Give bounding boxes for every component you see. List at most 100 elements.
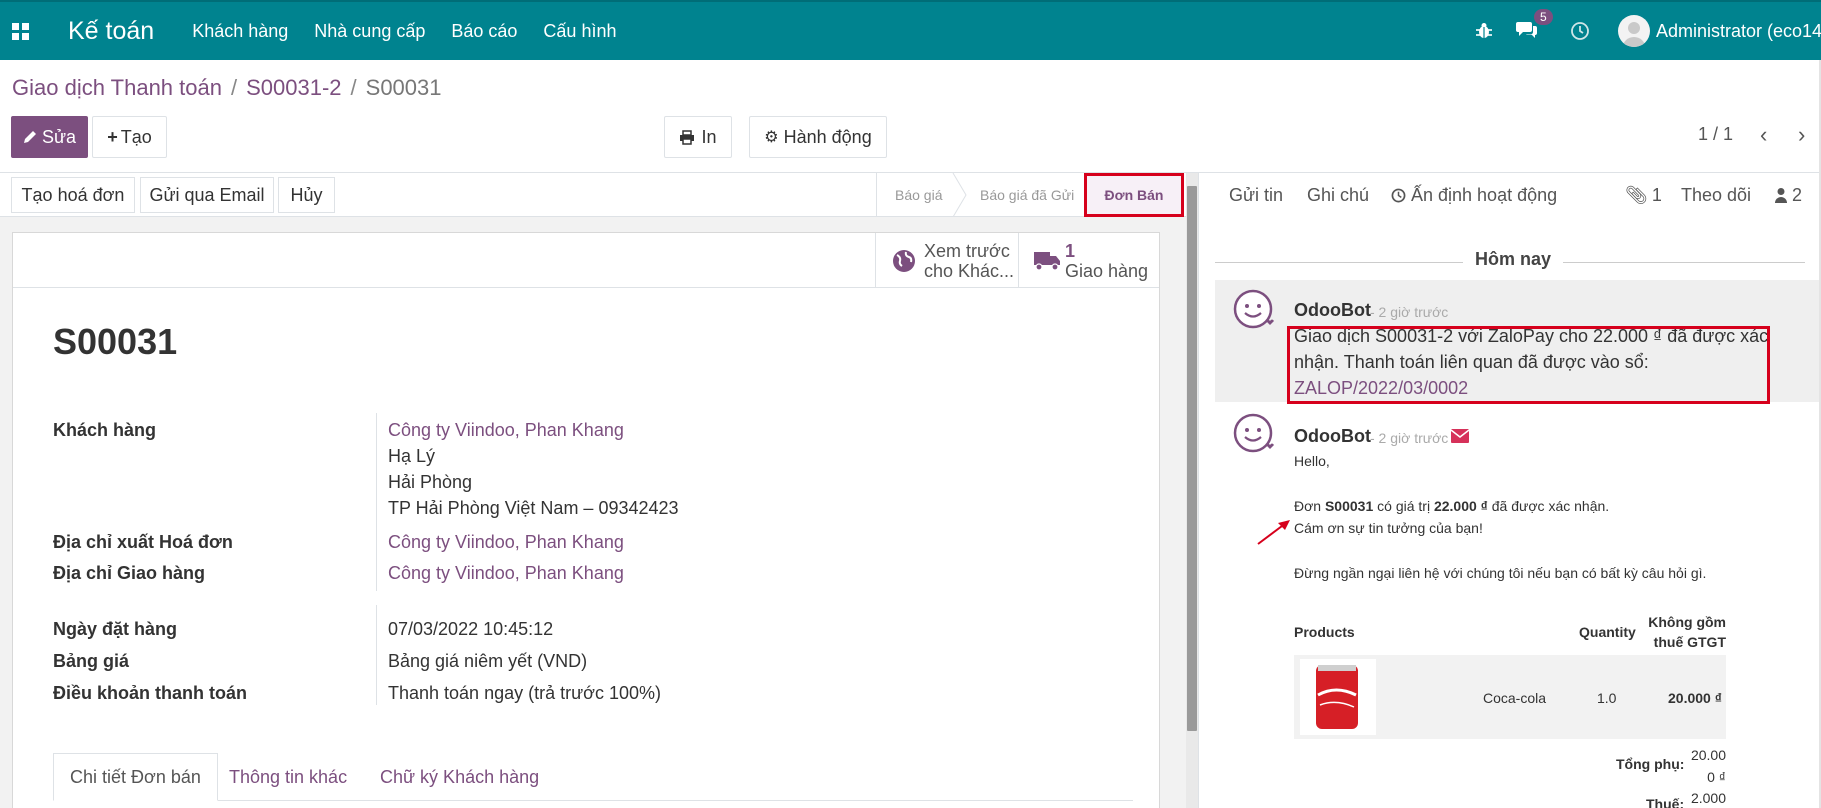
message-author[interactable]: OdooBot — [1294, 426, 1371, 447]
menu-configuration[interactable]: Cấu hình — [543, 21, 616, 42]
subtotal-value: 20.00 0 ₫ — [1686, 744, 1726, 788]
send-message-button[interactable]: Gửi tin — [1229, 173, 1283, 217]
subtotal-value-line: 0 ₫ — [1707, 769, 1726, 785]
customer-label: Khách hàng — [53, 420, 157, 440]
log-note-button[interactable]: Ghi chú — [1307, 173, 1369, 217]
customer-field[interactable]: Công ty Viindoo, Phan Khang — [388, 420, 624, 441]
user-silhouette-icon — [1623, 22, 1645, 47]
breadcrumb-separator: / — [350, 75, 357, 100]
odoobot-avatar-icon — [1233, 413, 1274, 453]
subtotal-value-line: 20.00 — [1690, 747, 1726, 763]
pencil-icon — [23, 131, 36, 143]
delivery-smart-button[interactable]: 1 Giao hàng — [1018, 233, 1159, 288]
customer-address-line: Hạ Lý — [388, 446, 436, 466]
print-button[interactable]: In — [664, 116, 732, 158]
stage-quotation[interactable]: Báo giá — [876, 173, 956, 216]
edit-button[interactable]: Sửa — [11, 116, 88, 158]
table-header-quantity: Quantity — [1579, 624, 1636, 640]
table-header-untaxed-line: Không gồm — [1648, 614, 1726, 630]
cancel-button[interactable]: Hủy — [278, 177, 335, 213]
order-name: S00031 — [53, 321, 178, 362]
menu-customers[interactable]: Khách hàng — [192, 21, 288, 42]
payment-terms-label: Điều khoản thanh toán — [53, 683, 248, 703]
user-icon — [1775, 188, 1787, 203]
product-name: Coca-cola — [1483, 690, 1547, 706]
action-button[interactable]: ⚙ Hành động — [749, 116, 887, 158]
smart-button-box: Xem trước cho Khác... 1 Giao hàng — [13, 233, 1159, 288]
odoobot-avatar-icon — [1233, 289, 1274, 329]
delivery-address-field[interactable]: Công ty Viindoo, Phan Khang — [388, 563, 624, 584]
payment-terms-field[interactable]: Thanh toán ngay (trả trước 100%) — [388, 683, 661, 704]
top-navbar: Kế toán Khách hàng Nhà cung cấp Báo cáo … — [0, 0, 1821, 60]
field-separator — [376, 605, 377, 705]
create-invoice-button[interactable]: Tạo hoá đơn — [11, 177, 135, 213]
stage-sales-order[interactable]: Đơn Bán — [1084, 173, 1184, 217]
table-header-untaxed: Không gồm thuế GTGT — [1648, 612, 1726, 652]
pricelist-field[interactable]: Bảng giá niêm yết (VND) — [388, 651, 587, 672]
email-confirmation-line: Đơn S00031 có giá trị 22.000 ₫ đã được x… — [1294, 498, 1609, 514]
globe-icon — [893, 249, 915, 272]
action-button-label: Hành động — [783, 126, 872, 147]
menu-reports[interactable]: Báo cáo — [451, 21, 517, 42]
breadcrumb: Giao dịch Thanh toán / S00031-2 / S00031 — [12, 75, 442, 101]
breadcrumb-transaction[interactable]: S00031-2 — [246, 75, 341, 101]
gear-icon: ⚙ — [764, 129, 779, 146]
email-thanks-line: Cám ơn sự tin tưởng của bạn! — [1294, 520, 1483, 536]
preview-label-line1: Xem trước — [924, 240, 1010, 261]
app-title[interactable]: Kế toán — [68, 17, 154, 46]
email-text: có giá trị — [1373, 498, 1434, 514]
pager-next-icon[interactable]: › — [1798, 122, 1805, 148]
delivery-address-label: Địa chỉ Giao hàng — [53, 563, 206, 583]
apps-menu-icon[interactable] — [0, 1, 40, 61]
date-separator-label: Hôm nay — [1463, 249, 1564, 270]
messaging-menu[interactable]: 5 — [1516, 8, 1553, 44]
product-amount: 20.000 ₫ — [1668, 690, 1722, 706]
table-header-products: Products — [1294, 624, 1355, 640]
customer-preview-button[interactable]: Xem trước cho Khác... — [875, 233, 1018, 288]
customer-address-line: TP Hải Phòng Việt Nam – 09342423 — [388, 498, 679, 518]
attachments-count: 1 — [1651, 184, 1662, 205]
create-button[interactable]: + Tạo — [92, 116, 167, 158]
message-author[interactable]: OdooBot — [1294, 300, 1371, 321]
printer-icon — [680, 129, 695, 145]
tab-customer-signature[interactable]: Chữ ký Khách hàng — [380, 753, 539, 801]
customer-address-line: Hải Phòng — [388, 472, 473, 492]
pager-previous-icon[interactable]: ‹ — [1760, 122, 1767, 148]
tab-order-lines[interactable]: Chi tiết Đơn bán — [53, 753, 218, 801]
email-contact-line: Đừng ngần ngại liên hệ với chúng tôi nếu… — [1294, 565, 1707, 581]
highlight-annotation-box — [1287, 326, 1770, 404]
invoice-address-field[interactable]: Công ty Viindoo, Phan Khang — [388, 532, 624, 553]
invoice-address-label: Địa chỉ xuất Hoá đơn — [53, 532, 233, 552]
form-scrollbar-thumb[interactable] — [1187, 186, 1197, 731]
schedule-activity-label: Ấn định hoạt động — [1411, 184, 1558, 205]
tax-label: Thuế: — [1646, 796, 1685, 808]
breadcrumb-payment-transactions[interactable]: Giao dịch Thanh toán — [12, 75, 222, 101]
email-order-ref: S00031 — [1324, 498, 1374, 514]
user-name[interactable]: Administrator (eco14 — [1656, 21, 1821, 42]
activity-clock-icon[interactable] — [1570, 21, 1590, 41]
statusbar: Tạo hoá đơn Gửi qua Email Hủy Báo giá Bá… — [0, 173, 1186, 217]
print-button-label: In — [701, 126, 717, 147]
email-amount: 22.000 ₫ — [1433, 498, 1488, 514]
menu-vendors[interactable]: Nhà cung cấp — [314, 21, 425, 42]
pricelist-label: Bảng giá — [53, 651, 130, 671]
debug-bug-icon[interactable] — [1474, 21, 1494, 41]
followers-button[interactable]: 2 — [1775, 173, 1802, 217]
stage-chevron-icon — [952, 173, 967, 217]
user-avatar[interactable] — [1618, 15, 1650, 47]
attachments-button[interactable]: 📎︎ 1 — [1625, 173, 1662, 217]
message-time: - 2 giờ trước — [1370, 304, 1449, 320]
stage-quotation-sent[interactable]: Báo giá đã Gửi — [980, 173, 1074, 216]
chat-count-badge: 5 — [1534, 8, 1553, 25]
order-date-field[interactable]: 07/03/2022 10:45:12 — [388, 619, 553, 640]
follow-button[interactable]: Theo dõi — [1681, 173, 1751, 217]
schedule-activity-button[interactable]: Ấn định hoạt động — [1391, 173, 1557, 217]
email-text: đã được xác nhận. — [1487, 498, 1610, 514]
send-email-button[interactable]: Gửi qua Email — [140, 177, 274, 213]
edit-button-label: Sửa — [41, 126, 77, 147]
followers-count: 2 — [1792, 184, 1803, 205]
subtotal-label: Tổng phụ: — [1616, 756, 1685, 772]
message-time: - 2 giờ trước — [1370, 430, 1449, 446]
tab-other-info[interactable]: Thông tin khác — [229, 753, 347, 801]
pager-value[interactable]: 1 / 1 — [1698, 124, 1733, 145]
